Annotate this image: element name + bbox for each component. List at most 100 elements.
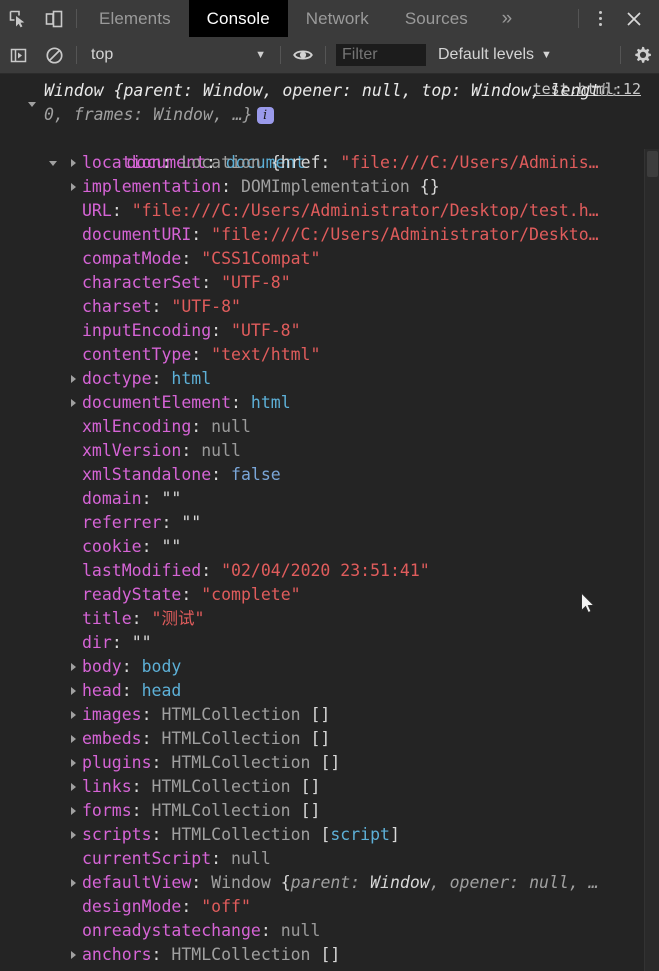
- property-row[interactable]: xmlVersion: null: [0, 439, 659, 463]
- property-row[interactable]: domain: "": [0, 487, 659, 511]
- property-row[interactable]: dir: "": [0, 631, 659, 655]
- property-colon: :: [161, 513, 182, 532]
- property-row[interactable]: contentType: "text/html": [0, 343, 659, 367]
- expand-triangle[interactable]: [66, 775, 80, 799]
- property-row[interactable]: readyState: "complete": [0, 583, 659, 607]
- property-value: "UTF-8": [231, 321, 301, 340]
- console-message-list[interactable]: test.html:12 Window {parent: Window, ope…: [0, 74, 659, 971]
- clear-console-icon[interactable]: [36, 37, 72, 73]
- property-row[interactable]: URL: "file:///C:/Users/Administrator/Des…: [0, 199, 659, 223]
- property-row[interactable]: title: "测试": [0, 607, 659, 631]
- console-sidebar-icon[interactable]: [0, 37, 36, 73]
- property-row[interactable]: currentScript: null: [0, 847, 659, 871]
- kebab-menu-icon[interactable]: [583, 0, 617, 37]
- expand-triangle[interactable]: [66, 151, 80, 175]
- property-key: documentURI: [82, 225, 192, 244]
- expand-triangle[interactable]: [66, 751, 80, 775]
- property-row[interactable]: doctype: html: [0, 367, 659, 391]
- property-row[interactable]: documentElement: html: [0, 391, 659, 415]
- property-key: images: [82, 705, 142, 724]
- property-row[interactable]: onreadystatechange: null: [0, 919, 659, 943]
- tab-elements[interactable]: Elements: [81, 0, 189, 37]
- property-row[interactable]: compatMode: "CSS1Compat": [0, 247, 659, 271]
- inspect-element-icon[interactable]: [0, 0, 36, 37]
- property-row[interactable]: links: HTMLCollection []: [0, 775, 659, 799]
- property-colon: :: [151, 369, 172, 388]
- tab-console[interactable]: Console: [188, 0, 288, 37]
- property-row[interactable]: documentURI: "file:///C:/Users/Administr…: [0, 223, 659, 247]
- property-key: referrer: [82, 513, 162, 532]
- expand-triangle[interactable]: [66, 823, 80, 847]
- property-value: []: [310, 729, 331, 748]
- property-row[interactable]: referrer: "": [0, 511, 659, 535]
- property-value: []: [320, 945, 341, 964]
- more-tabs-chevron-icon[interactable]: »: [486, 0, 528, 37]
- filter-input[interactable]: [336, 44, 426, 66]
- property-value: null: [201, 441, 241, 460]
- expand-triangle[interactable]: [66, 367, 80, 391]
- property-row[interactable]: implementation: DOMImplementation {}: [0, 175, 659, 199]
- property-key: location: [82, 153, 162, 172]
- property-row[interactable]: defaultView: Window {parent: Window, ope…: [0, 871, 659, 895]
- property-key: designMode: [82, 897, 182, 916]
- property-value: "UTF-8": [171, 297, 241, 316]
- property-row[interactable]: charset: "UTF-8": [0, 295, 659, 319]
- execution-context-selector[interactable]: top ▼: [81, 37, 276, 73]
- expand-triangle[interactable]: [66, 799, 80, 823]
- property-row[interactable]: designMode: "off": [0, 895, 659, 919]
- property-colon: :: [111, 201, 132, 220]
- live-expression-eye-icon[interactable]: [285, 37, 321, 73]
- expand-triangle-window[interactable]: [28, 102, 36, 107]
- property-row[interactable]: images: HTMLCollection []: [0, 703, 659, 727]
- property-type: HTMLCollection: [151, 801, 301, 820]
- property-row[interactable]: scripts: HTMLCollection [script]: [0, 823, 659, 847]
- property-row[interactable]: cookie: "": [0, 535, 659, 559]
- expand-triangle[interactable]: [66, 655, 80, 679]
- preview-null: null, …: [529, 873, 599, 892]
- console-scrollbar[interactable]: [644, 149, 659, 971]
- property-key: title: [82, 609, 132, 628]
- tab-network[interactable]: Network: [288, 0, 387, 37]
- expand-triangle[interactable]: [66, 391, 80, 415]
- property-value: "": [161, 537, 182, 556]
- property-row[interactable]: xmlEncoding: null: [0, 415, 659, 439]
- expand-triangle[interactable]: [66, 871, 80, 895]
- property-key: URL: [82, 201, 112, 220]
- expand-triangle[interactable]: [66, 679, 80, 703]
- expand-triangle[interactable]: [66, 175, 80, 199]
- tabbar-spacer: [528, 0, 574, 37]
- device-toolbar-icon[interactable]: [36, 0, 72, 37]
- property-colon: :: [151, 753, 172, 772]
- property-row[interactable]: inputEncoding: "UTF-8": [0, 319, 659, 343]
- property-row[interactable]: xmlStandalone: false: [0, 463, 659, 487]
- info-badge-icon[interactable]: i: [256, 107, 274, 124]
- settings-gear-icon[interactable]: [625, 37, 659, 73]
- property-key: xmlEncoding: [82, 417, 192, 436]
- property-value: false: [231, 465, 281, 484]
- expand-triangle[interactable]: [66, 727, 80, 751]
- property-key: onreadystatechange: [82, 921, 261, 940]
- log-levels-dropdown[interactable]: Default levels ▼: [426, 37, 560, 73]
- window-object-header[interactable]: Window {parent: Window, opener: null, to…: [0, 79, 644, 127]
- expand-triangle[interactable]: [66, 943, 80, 967]
- property-type: HTMLCollection: [151, 777, 301, 796]
- property-row[interactable]: forms: HTMLCollection []: [0, 799, 659, 823]
- scrollbar-thumb[interactable]: [647, 151, 658, 177]
- property-row[interactable]: embeds: HTMLCollection []: [0, 727, 659, 751]
- close-icon[interactable]: [617, 0, 651, 37]
- property-row[interactable]: lastModified: "02/04/2020 23:51:41": [0, 559, 659, 583]
- property-value: "": [181, 513, 202, 532]
- property-row[interactable]: body: body: [0, 655, 659, 679]
- property-row[interactable]: anchors: HTMLCollection []: [0, 943, 659, 967]
- property-row[interactable]: characterSet: "UTF-8": [0, 271, 659, 295]
- property-row[interactable]: location: Location {href: "file:///C:/Us…: [0, 151, 659, 175]
- property-row[interactable]: plugins: HTMLCollection []: [0, 751, 659, 775]
- property-row[interactable]: head: head: [0, 679, 659, 703]
- property-row-document[interactable]: document: document: [0, 127, 659, 172]
- bracket-open: [: [320, 825, 331, 844]
- property-value: null: [280, 921, 321, 940]
- property-value: "file:///C:/Users/Adminis…: [340, 153, 599, 172]
- expand-triangle[interactable]: [66, 703, 80, 727]
- tab-sources[interactable]: Sources: [387, 0, 486, 37]
- property-colon: :: [260, 921, 281, 940]
